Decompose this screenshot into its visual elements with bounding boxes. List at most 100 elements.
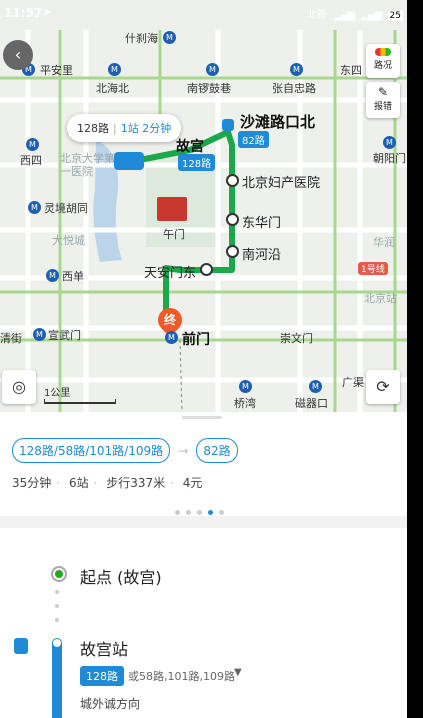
stop-fuchan[interactable]: 北京妇产医院	[242, 172, 320, 191]
crosshair-icon: ◎	[12, 377, 26, 396]
route-callout[interactable]: 128路 | 1站 2分钟	[67, 114, 182, 142]
place-dongsi: 东四	[340, 64, 362, 77]
place-chongwenmen: 崇文门	[280, 332, 313, 345]
metro-icon: M	[33, 328, 46, 341]
refresh-icon: ⟳	[376, 377, 390, 396]
scale-bar: 1公里	[44, 384, 116, 404]
station-dot	[53, 639, 61, 647]
place-chaoyangmen: 朝阳门	[373, 152, 406, 165]
stop-dot	[200, 263, 213, 276]
terminal-label: 终	[164, 313, 177, 327]
status-right: 北新 ▂▄▆ ▂▄▆ 25	[307, 6, 403, 21]
route-tags: 128路/58路/101路/109路 → 82路	[12, 438, 238, 463]
stop-tiananmen-east[interactable]: 天安门东	[144, 262, 196, 281]
stop-gugong[interactable]: 故宫	[176, 136, 204, 156]
route-summary: 35分钟 · 6站 · 步行337米 · 4元	[12, 476, 203, 490]
place-pku-hospital: 北京大学第一医院	[60, 152, 115, 178]
bus-icon	[222, 119, 234, 131]
place-qiaowan: 桥湾	[234, 397, 256, 410]
status-carrier: 北新	[306, 10, 327, 21]
stop-dot	[226, 174, 239, 187]
place-wumen: 午门	[163, 228, 185, 241]
report-button[interactable]: ✎ 报错	[366, 82, 400, 118]
step-line-badge[interactable]: 128路	[80, 666, 124, 686]
scale-label: 1公里	[44, 388, 71, 399]
place-guang: 广渠	[342, 376, 364, 389]
bus-marker-icon	[114, 152, 144, 170]
place-qingjie: 清街	[0, 332, 22, 345]
stop-dot	[226, 245, 239, 258]
back-button[interactable]: ‹	[3, 40, 33, 70]
chevron-left-icon: ‹	[14, 45, 22, 64]
metro-icon: M	[108, 63, 121, 76]
battery-icon: 25	[387, 11, 403, 21]
map-view[interactable]: 什刹海 M 平安里 M 北海北 M 南锣鼓巷 M 张自忠路 M 东四 西四 M …	[0, 0, 407, 412]
traffic-icon	[375, 48, 391, 56]
place-xisi: 西四	[20, 154, 42, 167]
location-arrow-icon: ➤	[42, 5, 53, 19]
place-beijingzhan: 北京站	[364, 292, 397, 305]
metro-icon: M	[46, 269, 59, 282]
report-label: 报错	[373, 102, 392, 112]
caret-down-icon[interactable]: ▼	[234, 667, 242, 678]
stop-dot	[226, 213, 239, 226]
place-dayuecheng: 大悦城	[52, 234, 85, 247]
route-panel: 128路/58路/101路/109路 → 82路 35分钟 · 6站 · 步行337…	[0, 412, 407, 718]
bus82-badge: 82路	[238, 131, 269, 148]
metro-icon: M	[206, 63, 219, 76]
drag-handle[interactable]	[182, 416, 222, 419]
metro-icon: M	[26, 138, 39, 151]
place-ciqikou: 磁器口	[295, 397, 328, 410]
route-line-bar	[52, 638, 62, 718]
route-tag-primary[interactable]: 128路/58路/101路/109路	[12, 438, 171, 463]
arrow-icon: →	[178, 444, 189, 458]
summary-price: 4元	[182, 476, 203, 490]
app-screen: 什刹海 M 平安里 M 北海北 M 南锣鼓巷 M 张自忠路 M 东四 西四 M …	[0, 0, 407, 718]
stop-qianmen[interactable]: 前门	[182, 329, 210, 349]
metro-icon: M	[239, 380, 252, 393]
metro-icon: M	[28, 201, 41, 214]
step-station[interactable]: 故宫站	[80, 636, 128, 660]
route-tag-secondary[interactable]: 82路	[196, 438, 238, 463]
metro-icon: M	[383, 136, 396, 149]
refresh-button[interactable]: ⟳	[366, 370, 400, 404]
bus-icon	[14, 638, 28, 654]
summary-stops: 6站	[68, 476, 89, 490]
place-zhangzizhonglu: 张自忠路	[272, 82, 316, 95]
callout-detail: 1站 2分钟	[120, 122, 172, 135]
place-xuanwumen: 宣武门	[48, 329, 81, 342]
start-dot-inner	[55, 570, 63, 578]
metro-icon: M	[309, 380, 322, 393]
metro-icon: M	[163, 31, 176, 44]
signal-icon: ▂▄▆	[361, 10, 382, 21]
step-direction: 城外诚方向	[80, 697, 141, 711]
step-alt-lines[interactable]: 或58路,101路,109路	[128, 668, 235, 684]
walk-dot	[55, 618, 59, 622]
stop-nanheyan[interactable]: 南河沿	[242, 244, 281, 263]
step-start[interactable]: 起点 (故宫)	[80, 564, 162, 588]
line1-badge: 1号线	[358, 262, 388, 275]
place-shichahai: 什刹海	[125, 32, 158, 45]
edit-icon: ✎	[377, 85, 389, 99]
traffic-label: 路况	[373, 61, 392, 71]
metro-icon: M	[290, 63, 303, 76]
palace-icon	[157, 197, 187, 221]
traffic-button[interactable]: 路况	[366, 44, 400, 78]
signal-icon: ▂▄▆	[334, 10, 355, 21]
locate-button[interactable]: ◎	[2, 370, 36, 404]
divider	[0, 516, 407, 528]
summary-walk: 步行337米	[106, 476, 166, 490]
status-time: 11:57	[4, 6, 43, 20]
place-xidan: 西单	[62, 270, 84, 283]
summary-duration: 35分钟	[12, 476, 52, 490]
place-pinganli: 平安里	[40, 64, 73, 77]
status-bar: 11:57 ➤ 北新 ▂▄▆ ▂▄▆ 25	[0, 0, 407, 26]
walk-dot	[55, 590, 59, 594]
place-beihaibei: 北海北	[96, 82, 129, 95]
scale-line	[44, 399, 116, 404]
place-lingjing: 灵境胡同	[44, 202, 88, 215]
stop-shatan[interactable]: 沙滩路口北	[240, 111, 315, 132]
stop-donghuamen[interactable]: 东华门	[242, 212, 281, 231]
walk-dot	[55, 604, 59, 608]
place-nanluoguxiang: 南锣鼓巷	[187, 82, 231, 95]
